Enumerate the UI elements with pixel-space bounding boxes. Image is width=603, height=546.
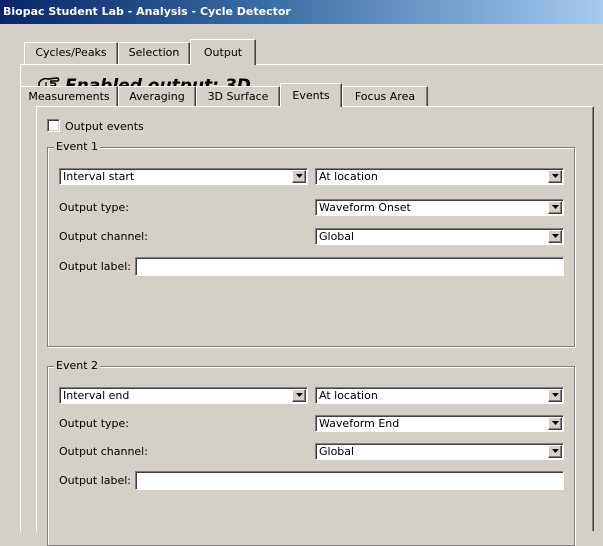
event-2-title: Event 2 bbox=[54, 359, 101, 373]
event-1-location-select[interactable]: At location bbox=[315, 168, 564, 185]
event-2-output-type-label: Output type: bbox=[59, 417, 129, 430]
event-1-title: Event 1 bbox=[54, 140, 101, 154]
chevron-down-icon[interactable] bbox=[548, 445, 562, 458]
chevron-down-icon[interactable] bbox=[548, 230, 562, 243]
event-2-output-channel-select[interactable]: Global bbox=[315, 443, 564, 460]
event-1-position-select[interactable]: Interval start bbox=[59, 168, 308, 185]
event-1-output-channel-label: Output channel: bbox=[59, 230, 148, 243]
events-tab-panel: Output events Event 1 Interval start At … bbox=[36, 106, 594, 546]
chevron-down-icon[interactable] bbox=[548, 201, 562, 214]
event-2-position-value: Interval end bbox=[63, 389, 130, 402]
output-events-checkbox[interactable] bbox=[47, 119, 60, 132]
tab-focus-area[interactable]: Focus Area bbox=[342, 86, 428, 106]
event-2-location-value: At location bbox=[319, 389, 378, 402]
event-2-location-select[interactable]: At location bbox=[315, 387, 564, 404]
tab-measurements[interactable]: Measurements bbox=[20, 86, 118, 106]
event-1-output-channel-value: Global bbox=[319, 230, 355, 243]
event-2-output-type-value: Waveform End bbox=[319, 417, 400, 430]
tab-3d-surface[interactable]: 3D Surface bbox=[196, 86, 280, 106]
output-events-label: Output events bbox=[65, 120, 144, 133]
event-2-output-channel-label: Output channel: bbox=[59, 445, 148, 458]
tab-output[interactable]: Output bbox=[190, 39, 256, 65]
dialog-body: Cycles/Peaks Selection Output Enabled ou… bbox=[0, 24, 603, 546]
event-1-output-type-label: Output type: bbox=[59, 201, 129, 214]
event-2-output-label-input[interactable] bbox=[135, 471, 564, 490]
event-1-group: Event 1 Interval start At location Outpu… bbox=[47, 140, 575, 347]
chevron-down-icon[interactable] bbox=[292, 389, 306, 402]
tab-cycles-peaks[interactable]: Cycles/Peaks bbox=[24, 42, 118, 64]
event-2-output-type-select[interactable]: Waveform End bbox=[315, 415, 564, 432]
event-1-location-value: At location bbox=[319, 170, 378, 183]
tab-selection[interactable]: Selection bbox=[118, 42, 190, 64]
event-2-position-select[interactable]: Interval end bbox=[59, 387, 308, 404]
chevron-down-icon[interactable] bbox=[548, 389, 562, 402]
event-1-position-value: Interval start bbox=[63, 170, 135, 183]
chevron-down-icon[interactable] bbox=[548, 417, 562, 430]
chevron-down-icon[interactable] bbox=[548, 170, 562, 183]
tab-events[interactable]: Events bbox=[280, 83, 342, 107]
event-1-output-label-input[interactable] bbox=[135, 257, 564, 276]
event-2-output-channel-value: Global bbox=[319, 445, 355, 458]
event-1-output-type-value: Waveform Onset bbox=[319, 201, 411, 214]
event-1-output-channel-select[interactable]: Global bbox=[315, 228, 564, 245]
tab-averaging[interactable]: Averaging bbox=[118, 86, 196, 106]
event-1-output-type-select[interactable]: Waveform Onset bbox=[315, 199, 564, 216]
event-2-output-label-label: Output label: bbox=[59, 474, 132, 487]
chevron-down-icon[interactable] bbox=[292, 170, 306, 183]
window-title: Biopac Student Lab - Analysis - Cycle De… bbox=[0, 0, 603, 24]
output-events-checkbox-row[interactable]: Output events bbox=[47, 119, 144, 135]
event-1-output-label-label: Output label: bbox=[59, 260, 132, 273]
event-2-group: Event 2 Interval end At location Output … bbox=[47, 359, 575, 546]
